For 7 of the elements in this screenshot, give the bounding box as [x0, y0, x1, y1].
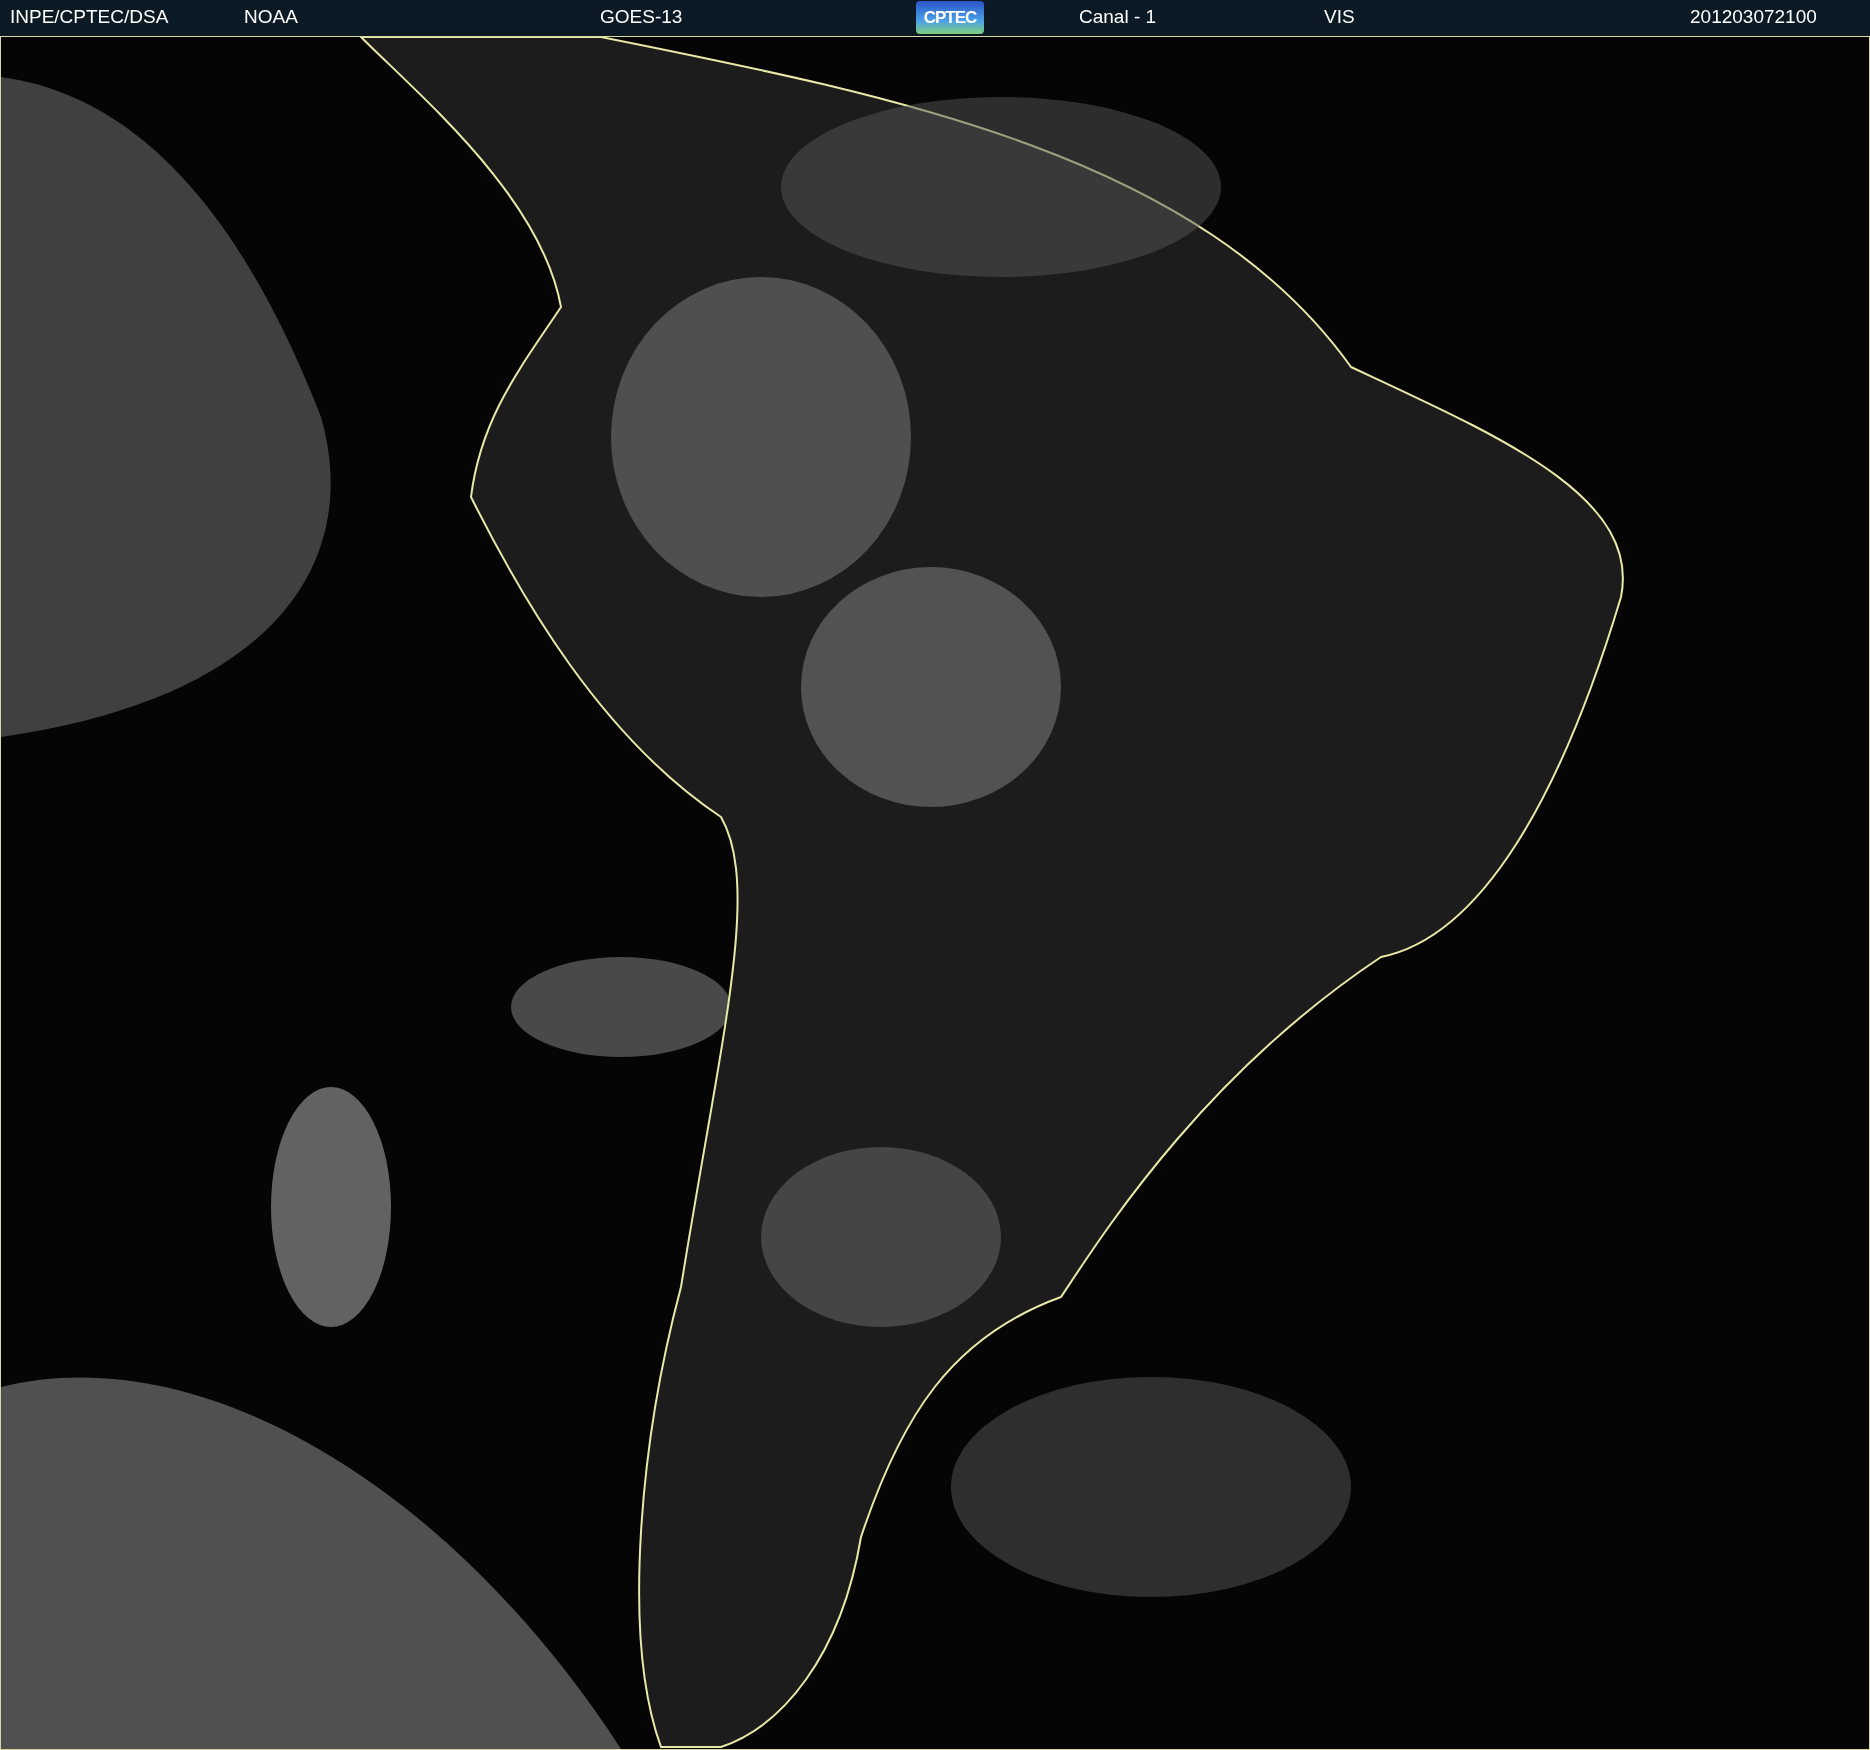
header-label: 201203072100: [1690, 5, 1817, 29]
header-label: VIS: [1324, 5, 1355, 29]
header-label: INPE/CPTEC/DSA: [10, 5, 169, 29]
header-label: GOES-13: [600, 5, 683, 29]
header-label: Canal - 1: [1079, 5, 1157, 29]
logo: CPTEC: [916, 1, 984, 34]
header-label: NOAA: [244, 5, 298, 29]
